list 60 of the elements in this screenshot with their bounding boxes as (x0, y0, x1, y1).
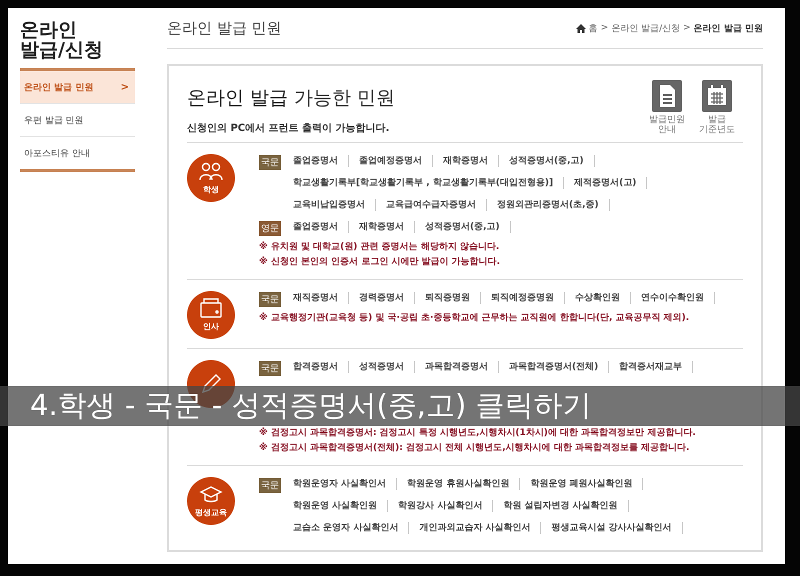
certificate-link[interactable]: 퇴직예정증명원 (491, 292, 565, 304)
sidebar-item[interactable]: 온라인 발급 민원 > (20, 71, 135, 103)
notice-text: ※ 교육행정기관(교육청 등) 및 국·공립 초·중등학교에 근무하는 교직원에 한합니다(단, 교육공무직 제외). (259, 312, 690, 325)
category-label: 평생교육 (195, 507, 227, 518)
notice-text: ※ 유치원 및 대학교(원) 관련 증명서는 해당하지 않습니다. (259, 240, 500, 254)
breadcrumb-link[interactable]: 홈 (588, 22, 598, 34)
breadcrumb-link[interactable]: 온라인 발급/신청 (611, 22, 680, 34)
certificate-link[interactable]: 과목합격증명서(전체) (509, 361, 610, 373)
certificate-link[interactable]: 개인과외교습자 사실확인서 (419, 522, 542, 534)
certificate-link[interactable]: 졸업증명서 (293, 155, 349, 167)
card-title: 온라인 발급 가능한 민원 (187, 86, 396, 111)
certificate-link[interactable]: 졸업증명서 (293, 221, 349, 233)
category-label: 학생 (203, 184, 219, 195)
certificate-link[interactable]: 학원운영 폐원사실확인원 (530, 478, 644, 490)
certificate-link[interactable]: 재직증명서 (293, 292, 349, 304)
certificate-link[interactable]: 과목합격증명서 (425, 361, 499, 373)
sidebar-item[interactable]: 우편 발급 민원 (20, 103, 135, 136)
certificate-link[interactable]: 학원 설립자변경 사실확인원 (503, 500, 629, 512)
caption-banner: 4.학생 - 국문 - 성적증명서(중,고) 클릭하기 (0, 386, 800, 426)
certificate-link[interactable]: 교육비납입증명서 (293, 199, 376, 211)
certificate-link[interactable]: 학원운영자 사실확인서 (293, 478, 398, 490)
category-label: 인사 (203, 321, 219, 332)
certificate-link[interactable]: 재학증명서 (359, 221, 415, 233)
notice-text: ※ 검정고시 과목합격증명서: 검정고시 특정 시행년도,시행차시(1차시)에 대한 과목합격정보만 제공합니다. (259, 426, 697, 440)
language-tag: 영문 (259, 221, 281, 236)
language-tag: 국문 (259, 292, 281, 307)
certificate-link[interactable]: 성적증명서 (359, 361, 415, 373)
breadcrumb-separator: > (683, 23, 691, 33)
certificate-link[interactable]: 졸업예정증명서 (359, 155, 433, 167)
page-title: 온라인 발급 민원 (167, 18, 282, 38)
certificate-link[interactable]: 수상확인원 (575, 292, 631, 304)
certificate-link[interactable]: 평생교육시설 강사사실확인서 (551, 522, 683, 534)
certificate-link[interactable]: 성적증명서(중,고) (509, 155, 595, 167)
certificate-link[interactable]: 재학증명서 (443, 155, 499, 167)
notice-text: ※ 신청인 본인의 인증서 로그인 시에만 발급이 가능합니다. (259, 256, 502, 269)
certificate-link[interactable]: 제적증명서(고) (574, 177, 648, 189)
notice-text: ※ 검정고시 과목합격증명서(전체): 검정고시 전체 시행년도,시행차시에 대한 과목합격정보를 제공합니다. (259, 442, 690, 455)
tool-link[interactable]: 발급민원 안내 (649, 80, 685, 135)
certificate-link[interactable]: 경력증명서 (359, 292, 415, 304)
certificate-link[interactable]: 학원운영 휴원사실확인원 (407, 478, 520, 490)
certificate-link[interactable]: 교육급여수급자증명서 (386, 199, 487, 211)
breadcrumb-link[interactable]: 온라인 발급 민원 (694, 22, 763, 34)
certificate-link[interactable]: 합격증명서 (293, 361, 349, 373)
certificate-link[interactable]: 정원외관리증명서(초,중) (497, 199, 610, 211)
sidebar-item[interactable]: 아포스티유 안내 (20, 136, 135, 169)
certificate-link[interactable]: 퇴직증명원 (425, 292, 481, 304)
language-tag: 국문 (259, 361, 281, 376)
certificate-link[interactable]: 연수이수확인원 (641, 292, 715, 304)
language-tag: 국문 (259, 155, 281, 170)
breadcrumb-separator: > (600, 23, 608, 33)
tool-link[interactable]: 발급 기준년도 (699, 80, 735, 135)
card-subtitle: 신청인의 PC에서 프런트 출력이 가능합니다. (187, 122, 390, 135)
certificate-link[interactable]: 학원강사 사실확인서 (398, 500, 494, 512)
certificate-link[interactable]: 합격증서재교부 (619, 361, 694, 373)
certificate-link[interactable]: 학교생활기록부[학교생활기록부 , 학교생활기록부(대입전형용)] (293, 177, 564, 189)
certificate-link[interactable]: 교습소 운영자 사실확인서 (293, 522, 410, 534)
certificate-link[interactable]: 학원운영 사실확인원 (293, 500, 388, 512)
sidebar-title: 온라인 발급/신청 (20, 20, 104, 60)
certificate-link[interactable]: 성적증명서(중,고) (425, 221, 511, 233)
language-tag: 국문 (259, 478, 281, 493)
